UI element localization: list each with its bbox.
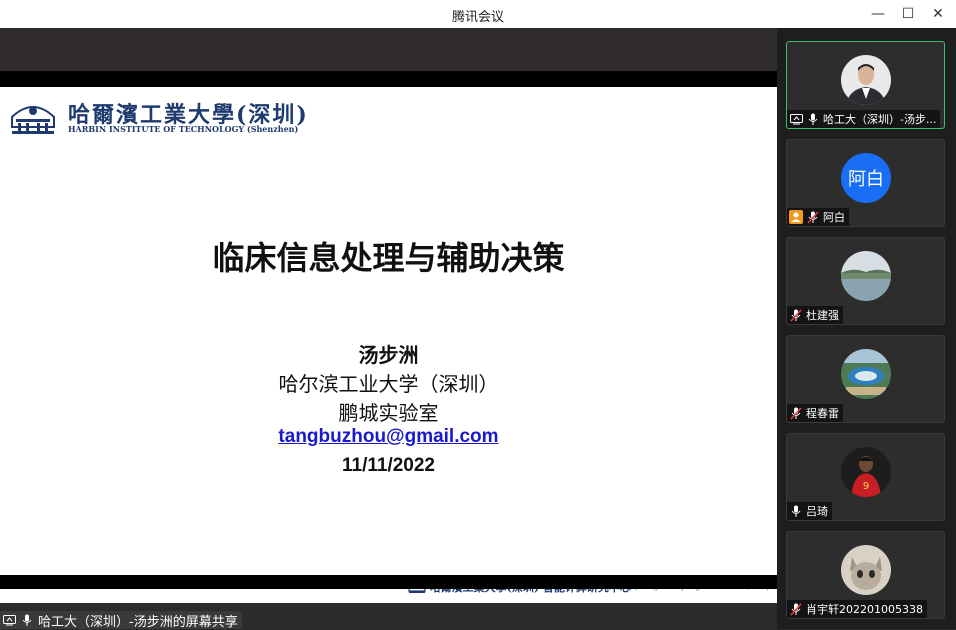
microphone-muted-icon (789, 406, 803, 420)
university-logo: 哈爾濱工業大學(深圳) HARBIN INSTITUTE OF TECHNOLO… (8, 97, 328, 139)
microphone-muted-icon (806, 210, 820, 224)
participant-nameplate: 程春雷 (787, 404, 843, 422)
participant-name: 程春雷 (806, 407, 839, 420)
slide-title: 临床信息处理与辅助决策 (212, 239, 565, 277)
slide-date: 11/11/2022 (342, 455, 435, 476)
university-emblem-icon (11, 106, 55, 134)
slide-lab: 鹏城实验室 (338, 401, 439, 425)
host-badge-icon (789, 210, 803, 224)
participant-avatar: 阿白 (841, 153, 891, 203)
participant-name: 吕琦 (806, 505, 828, 518)
shared-screen-area[interactable]: 哈爾濱工業大學(深圳) HARBIN INSTITUTE OF TECHNOLO… (0, 28, 777, 629)
microphone-icon (20, 613, 34, 627)
screen-share-indicator[interactable]: 哈工大（深圳）-汤步洲的屏幕共享 (0, 611, 242, 630)
participant-avatar: 9 (841, 447, 891, 497)
microphone-muted-icon (789, 308, 803, 322)
participant-avatar (841, 251, 891, 301)
maximize-button[interactable]: ☐ (898, 4, 918, 24)
svg-text:9: 9 (863, 481, 869, 492)
participant-nameplate: 哈工大（深圳）-汤步... (787, 110, 941, 128)
participant-avatar (841, 55, 891, 105)
presentation-slide: 哈爾濱工業大學(深圳) HARBIN INSTITUTE OF TECHNOLO… (0, 87, 777, 603)
participant-name: 杜建强 (806, 309, 839, 322)
participant-avatar (841, 545, 891, 595)
participant-nameplate: 阿白 (787, 208, 849, 226)
screen-share-icon (789, 112, 803, 126)
title-bar: 腾讯会议 — ☐ ✕ (0, 0, 956, 28)
participant-tile[interactable]: 肖宇轩202201005338 (786, 531, 945, 619)
microphone-icon (789, 504, 803, 518)
close-button[interactable]: ✕ (928, 4, 948, 24)
avatar-initials: 阿白 (848, 169, 884, 190)
participant-name: 肖宇轩202201005338 (806, 603, 923, 616)
slide-frame (0, 71, 777, 87)
slide-affiliation: 哈尔滨工业大学（深圳） (278, 372, 499, 396)
participant-tile[interactable]: 阿白 阿白 (786, 139, 945, 227)
participant-name: 哈工大（深圳）-汤步... (823, 113, 937, 126)
participant-nameplate: 杜建强 (787, 306, 843, 324)
participant-nameplate: 吕琦 (787, 502, 832, 520)
microphone-icon (806, 112, 820, 126)
slide-author: 汤步洲 (358, 343, 419, 367)
share-bar-label: 哈工大（深圳）-汤步洲的屏幕共享 (38, 614, 238, 630)
slide-frame-bottom (0, 575, 777, 589)
participant-tile[interactable]: 程春雷 (786, 335, 945, 423)
participant-tile[interactable]: 9 吕琦 (786, 433, 945, 521)
participant-panel: 哈工大（深圳）-汤步... 阿白 阿白 杜建强 程春雷 9 吕琦 肖宇轩2022… (777, 28, 956, 629)
slide-email-link[interactable]: tangbuzhou@gmail.com (0, 426, 777, 448)
participant-tile[interactable]: 哈工大（深圳）-汤步... (786, 41, 945, 129)
screen-top-band (0, 28, 777, 71)
microphone-muted-icon (789, 602, 803, 616)
window-title: 腾讯会议 (451, 10, 504, 25)
minimize-button[interactable]: — (868, 4, 888, 24)
participant-tile[interactable]: 杜建强 (786, 237, 945, 325)
participant-avatar (841, 349, 891, 399)
participant-name: 阿白 (823, 211, 845, 224)
screen-share-icon (2, 613, 16, 627)
logo-english-text: HARBIN INSTITUTE OF TECHNOLOGY (Shenzhen… (68, 124, 299, 134)
participant-nameplate: 肖宇轩202201005338 (787, 600, 927, 618)
